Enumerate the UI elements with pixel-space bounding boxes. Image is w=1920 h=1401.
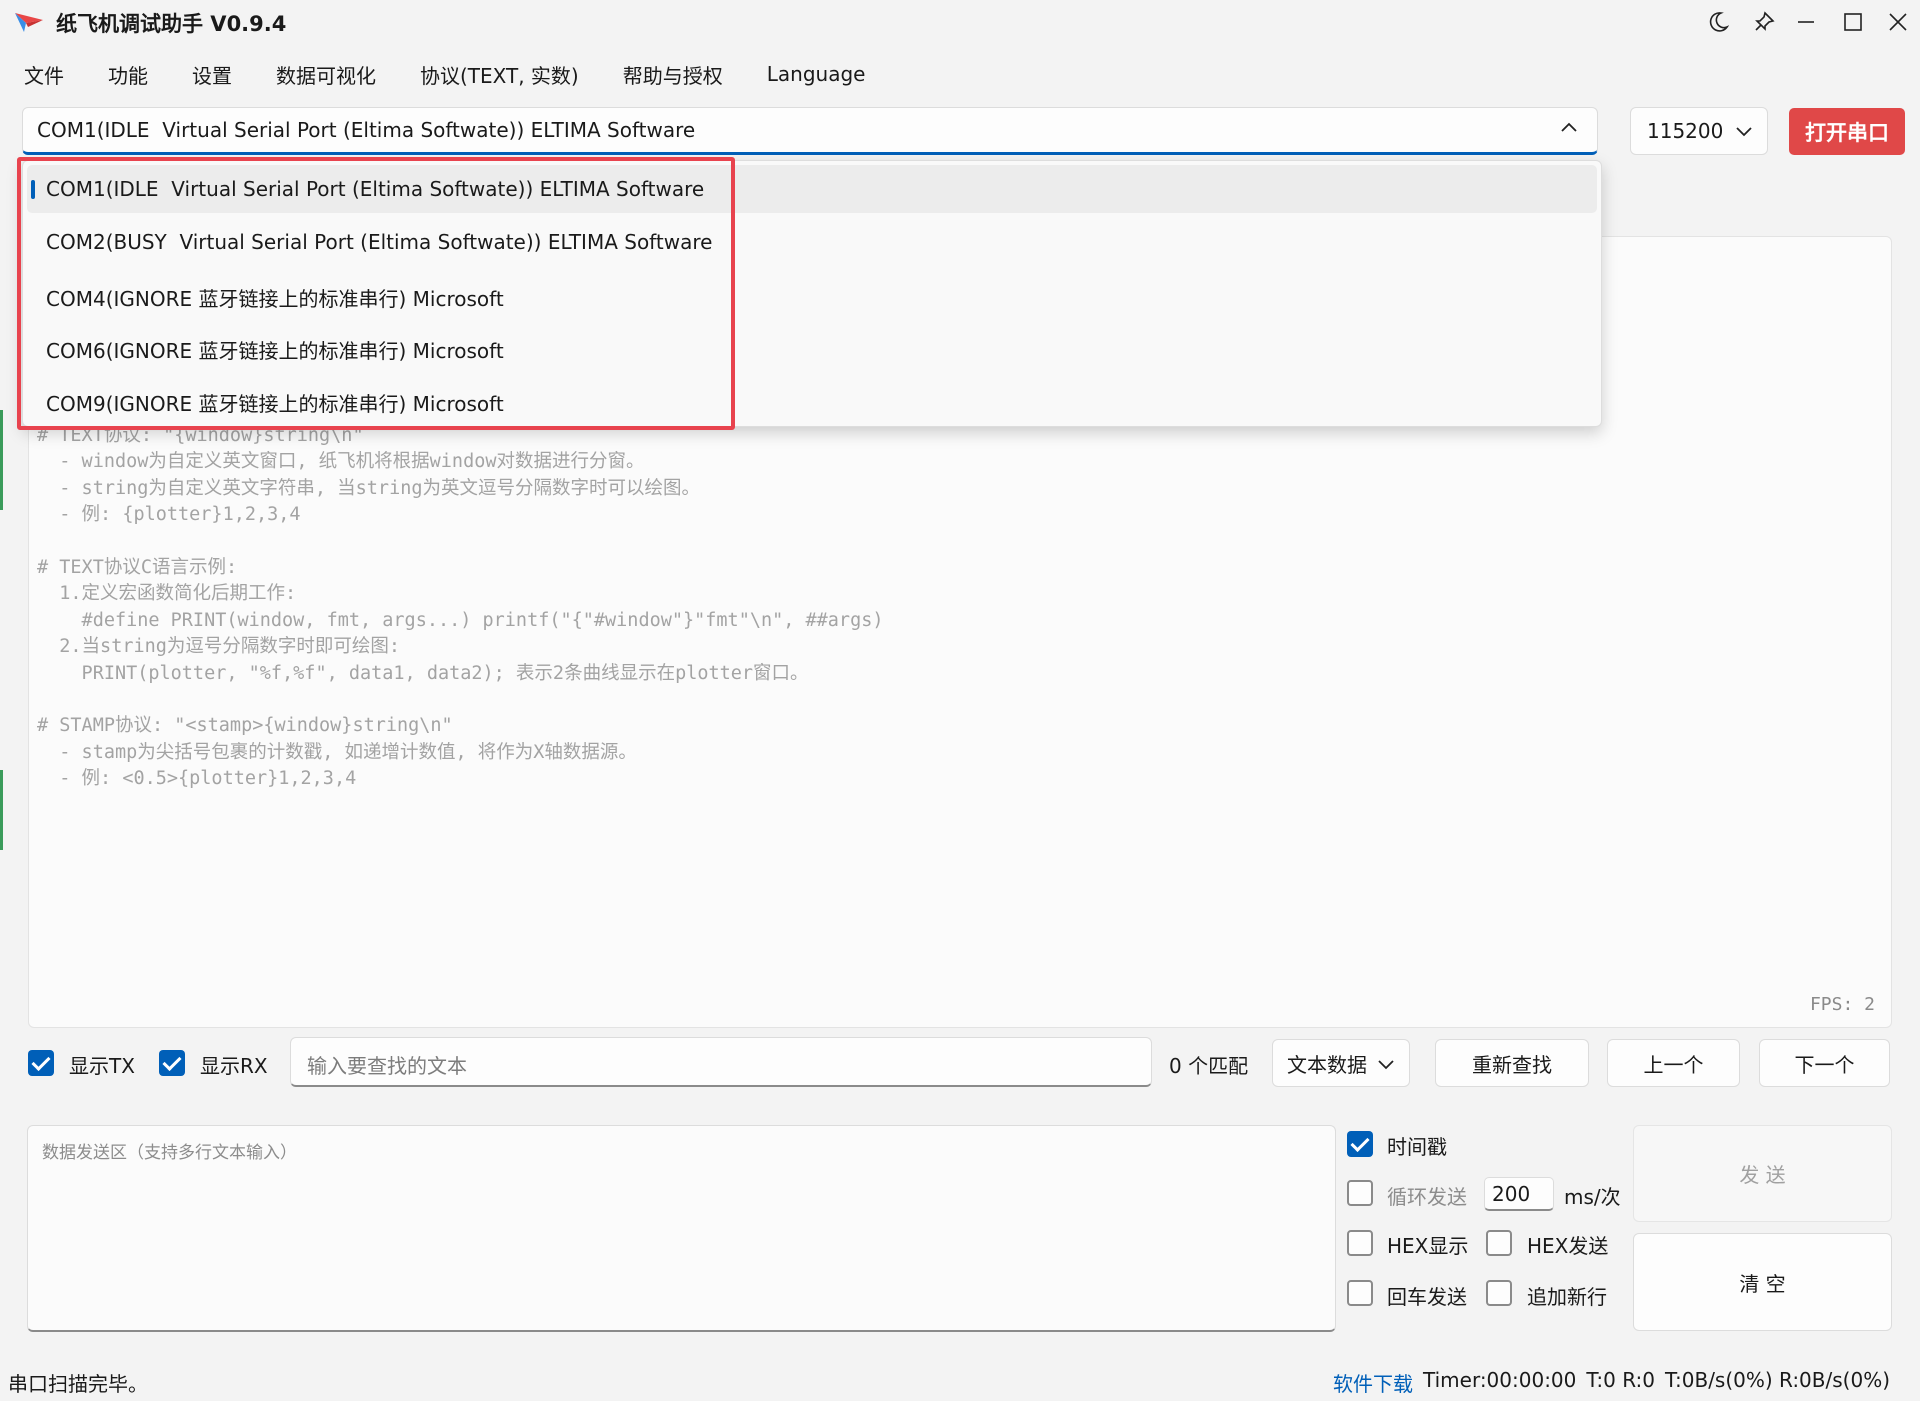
status-tr-counts: T:0 R:0	[1586, 1368, 1655, 1392]
append-newline-checkbox[interactable]	[1486, 1280, 1512, 1306]
edge-strip	[0, 770, 3, 850]
hex-display-checkbox[interactable]	[1347, 1230, 1373, 1256]
show-tx-label: 显示TX	[69, 1054, 135, 1078]
timestamp-label: 时间戳	[1387, 1135, 1447, 1159]
search-input[interactable]: 输入要查找的文本	[290, 1037, 1152, 1087]
menu-settings[interactable]: 设置	[168, 60, 252, 89]
show-rx-checkbox[interactable]	[159, 1050, 185, 1076]
paper-plane-icon	[15, 13, 43, 32]
show-tx-checkbox[interactable]	[28, 1050, 54, 1076]
send-button[interactable]: 发 送	[1633, 1125, 1892, 1222]
timestamp-checkbox[interactable]	[1347, 1131, 1373, 1157]
app-title: 纸飞机调试助手 V0.9.4	[56, 12, 287, 36]
hex-display-label: HEX显示	[1387, 1234, 1469, 1258]
menu-language[interactable]: Language	[743, 62, 886, 86]
open-port-button[interactable]: 打开串口	[1789, 108, 1905, 155]
maximize-icon[interactable]	[1831, 6, 1875, 38]
menu-help[interactable]: 帮助与授权	[599, 60, 743, 89]
minimize-icon[interactable]	[1784, 6, 1828, 38]
menu-bar: 文件 功能 设置 数据可视化 协议(TEXT, 实数) 帮助与授权 Langua…	[0, 54, 885, 94]
download-link[interactable]: 软件下载	[1333, 1368, 1413, 1397]
hex-send-label: HEX发送	[1527, 1234, 1609, 1258]
loop-send-label: 循环发送	[1387, 1185, 1467, 1209]
prev-match-button[interactable]: 上一个	[1607, 1039, 1740, 1087]
clear-button[interactable]: 清 空	[1633, 1233, 1892, 1331]
baud-rate-select[interactable]: 115200	[1630, 107, 1768, 155]
highlight-box	[17, 157, 735, 430]
menu-protocol[interactable]: 协议(TEXT, 实数)	[396, 60, 599, 89]
menu-function[interactable]: 功能	[84, 60, 168, 89]
send-placeholder: 数据发送区（支持多行文本输入）	[42, 1143, 297, 1163]
refind-button[interactable]: 重新查找	[1435, 1039, 1589, 1087]
next-match-button[interactable]: 下一个	[1759, 1039, 1890, 1087]
chevron-down-icon	[1378, 1060, 1394, 1070]
search-placeholder: 输入要查找的文本	[307, 1054, 467, 1078]
menu-file[interactable]: 文件	[0, 60, 84, 89]
enter-send-checkbox[interactable]	[1347, 1280, 1373, 1306]
title-bar: 纸飞机调试助手 V0.9.4	[0, 0, 1920, 44]
match-count: 0 个匹配	[1169, 1054, 1249, 1078]
status-info: 软件下载 Timer:00:00:00 T:0 R:0 T:0B/s(0%) R…	[1333, 1368, 1890, 1397]
status-message: 串口扫描完毕。	[8, 1372, 148, 1396]
edge-strip	[0, 410, 3, 510]
chevron-up-icon	[1561, 122, 1577, 132]
enter-send-label: 回车发送	[1387, 1285, 1467, 1309]
chevron-down-icon	[1736, 127, 1752, 137]
receive-text: # TEXT协议: "{window}string\n" - window为自定…	[37, 425, 884, 790]
close-icon[interactable]	[1876, 6, 1920, 38]
menu-visualization[interactable]: 数据可视化	[252, 60, 396, 89]
port-select[interactable]: COM1(IDLE Virtual Serial Port (Eltima So…	[22, 107, 1598, 155]
append-newline-label: 追加新行	[1527, 1285, 1607, 1309]
moon-icon[interactable]	[1696, 6, 1740, 38]
send-textarea[interactable]: 数据发送区（支持多行文本输入）	[27, 1125, 1336, 1332]
pin-icon[interactable]	[1742, 6, 1786, 38]
status-rates: T:0B/s(0%) R:0B/s(0%)	[1664, 1368, 1890, 1392]
search-mode-select[interactable]: 文本数据	[1272, 1039, 1410, 1087]
loop-send-checkbox[interactable]	[1347, 1180, 1373, 1206]
status-timer: Timer:00:00:00	[1423, 1368, 1577, 1392]
baud-rate-value: 115200	[1647, 119, 1724, 143]
fps-label: FPS: 2	[1809, 994, 1875, 1015]
hex-send-checkbox[interactable]	[1486, 1230, 1512, 1256]
show-rx-label: 显示RX	[200, 1054, 268, 1078]
search-mode-value: 文本数据	[1287, 1052, 1367, 1077]
interval-input[interactable]: 200	[1484, 1177, 1554, 1211]
interval-unit: ms/次	[1564, 1185, 1621, 1209]
port-select-value: COM1(IDLE Virtual Serial Port (Eltima So…	[37, 118, 696, 142]
interval-value: 200	[1492, 1182, 1531, 1206]
